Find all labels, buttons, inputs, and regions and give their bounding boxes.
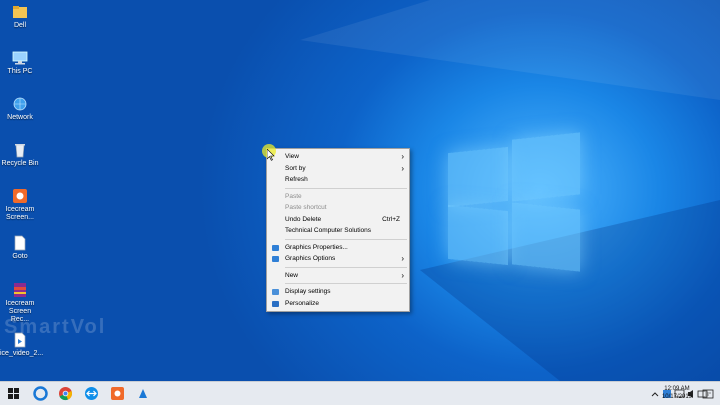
icecream-icon[interactable] [110,386,125,401]
desktop-icon-network[interactable]: Network [0,96,40,122]
menu-separator [285,238,407,240]
menu-item-graphics-options[interactable]: Graphics Options › [267,253,409,265]
graphics-icon [272,256,279,262]
teamviewer-icon[interactable] [84,386,99,401]
menu-item-view[interactable]: View › [267,151,409,163]
chrome-icon[interactable] [58,386,73,401]
chevron-right-icon: › [401,254,404,263]
clock-time: 12:09 AM [664,386,690,392]
chevron-right-icon: › [401,270,404,280]
file-icon [11,235,29,251]
clock[interactable]: 12:09 AM 10/17/2019 [662,385,692,401]
start-icon[interactable] [6,386,21,401]
icecream-icon [11,188,29,204]
desktop-icon-label: Dell [13,22,27,29]
menu-item-paste: Paste [285,192,302,200]
app-icon[interactable] [136,386,151,401]
desktop-icon-dell[interactable]: Dell [0,4,40,30]
menu-item-technical-computer-solutions[interactable]: Technical Computer Solutions [267,225,409,237]
network-icon [11,96,29,112]
menu-separator [285,283,407,284]
menu-separator [285,266,407,268]
menu-item-paste-shortcut: Paste shortcut [285,204,327,211]
desktop-icon-icecream[interactable]: Icecream Screen... [0,188,40,222]
winrar-icon [11,282,29,298]
menu-item-sort-by[interactable]: Sort by › [267,163,409,175]
recycle-bin-icon [11,142,29,158]
menu-item-undo-delete[interactable]: Undo Delete Ctrl+Z [267,214,409,226]
chevron-right-icon: › [401,152,404,161]
desktop-icon-this-pc[interactable]: This PC [0,50,40,76]
menu-item-personalize[interactable]: Personalize [267,298,409,310]
graphics-icon [272,244,279,251]
desktop-icon-label: ice_video_2... [0,350,44,357]
windows-logo-wallpaper [448,132,580,272]
desktop-icon-label: Network [7,114,33,121]
desktop-icon-label: Recycle Bin [1,160,39,167]
menu-item-graphics-properties[interactable]: Graphics Properties... [267,242,409,254]
shortcut-label: Ctrl+Z [382,215,400,223]
watermark: SmartVol [4,316,107,338]
desktop-icon-label: Goto [12,253,28,260]
desktop-icon-label: Icecream Screen... [5,206,35,221]
menu-item-display-settings[interactable]: Display settings [267,286,409,298]
desktop[interactable]: Dell This PC Network Recycle Bin Icecrea… [0,0,720,381]
chevron-up-icon[interactable] [651,392,659,397]
personalize-icon [272,300,279,307]
menu-item-new[interactable]: New › [267,270,409,282]
computer-icon [11,50,29,66]
mouse-pointer-icon [267,149,275,161]
desktop-icon-recycle-bin[interactable]: Recycle Bin [0,142,40,168]
desktop-icon-label: This PC [7,68,33,75]
menu-item-refresh[interactable]: Refresh [267,174,409,186]
desktop-icon-goto[interactable]: Goto [0,235,40,261]
menu-separator [285,187,407,189]
edge-icon[interactable] [33,386,48,401]
taskbar: 12:09 AM 10/17/2019 [0,381,720,405]
chevron-right-icon: › [401,163,404,173]
folder-icon [11,4,29,20]
display-icon [272,289,279,295]
context-menu: View › Sort by › Refresh Paste Paste short… [266,148,410,312]
clock-date: 10/17/2019 [661,394,692,400]
notification-icon[interactable] [702,387,714,405]
